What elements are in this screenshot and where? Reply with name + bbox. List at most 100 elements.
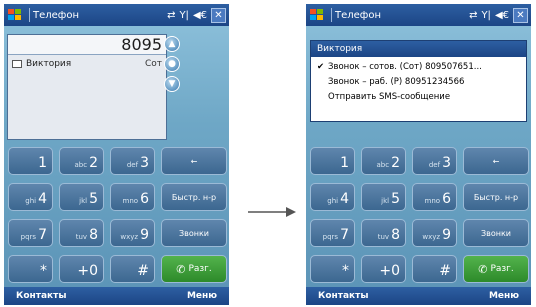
signal-icon[interactable]: Y| xyxy=(481,10,490,21)
popup-item-call-mobile[interactable]: ✔ Звонок – сотов. (Сот) 809507651... xyxy=(311,57,526,72)
contact-popup-menu: Виктория ✔ Звонок – сотов. (Сот) 80950765… xyxy=(310,40,527,122)
key-letters: abc xyxy=(74,161,88,169)
scroll-up-icon[interactable]: ▲ xyxy=(164,36,180,52)
key-4[interactable]: ghi 4 xyxy=(310,183,355,211)
key-6[interactable]: mno 6 xyxy=(110,183,155,211)
popup-item-label: Отправить SMS-сообщение xyxy=(328,92,451,102)
popup-item-label: Звонок – сотов. (Сот) 809507651... xyxy=(328,62,482,72)
key-6[interactable]: mno 6 xyxy=(412,183,457,211)
key-8[interactable]: tuv 8 xyxy=(59,219,104,247)
key-digit: 4 xyxy=(340,191,349,207)
popup-item-send-sms[interactable]: Отправить SMS-сообщение xyxy=(311,87,526,102)
key-digit: 4 xyxy=(38,191,47,207)
key-digit: 1 xyxy=(38,155,47,171)
key-5[interactable]: jkl 5 xyxy=(59,183,104,211)
talk-button[interactable]: ✆ Разг. xyxy=(463,255,529,283)
close-button[interactable]: ✕ xyxy=(513,7,528,23)
key-letters: tuv xyxy=(75,233,88,241)
key-3[interactable]: def 3 xyxy=(412,147,457,175)
key-0[interactable]: +0 xyxy=(59,255,104,283)
key-letters: def xyxy=(428,161,441,169)
windows-start-icon[interactable] xyxy=(306,4,328,26)
connectivity-icon[interactable]: ⇄ xyxy=(469,10,477,21)
menu-softkey[interactable]: Меню xyxy=(187,291,217,301)
windows-start-icon[interactable] xyxy=(4,4,26,26)
key-letters: tuv xyxy=(377,233,390,241)
key-0[interactable]: +0 xyxy=(361,255,406,283)
key-9[interactable]: wxyz 9 xyxy=(412,219,457,247)
key-hash[interactable]: # xyxy=(110,255,155,283)
dial-area: 8095 Виктория Сот xyxy=(7,34,167,140)
contact-suggestion[interactable]: Виктория Сот xyxy=(8,55,166,73)
check-icon: ✔ xyxy=(317,62,325,72)
key-1[interactable]: 1 xyxy=(310,147,355,175)
backspace-button[interactable]: ← xyxy=(463,147,529,175)
key-7[interactable]: pqrs 7 xyxy=(8,219,53,247)
key-digit: 5 xyxy=(391,191,400,207)
scroll-mid-icon[interactable]: ● xyxy=(164,56,180,72)
popup-item-label: Звонок – раб. (Р) 80951234566 xyxy=(328,77,465,87)
suggestion-type: Сот xyxy=(144,59,162,69)
key-2[interactable]: abc 2 xyxy=(361,147,406,175)
scroll-down-icon[interactable]: ▼ xyxy=(164,76,180,92)
key-digit: 6 xyxy=(442,191,451,207)
app-title: Телефон xyxy=(33,9,80,21)
key-1[interactable]: 1 xyxy=(8,147,53,175)
key-4[interactable]: ghi 4 xyxy=(8,183,53,211)
key-8[interactable]: tuv 8 xyxy=(361,219,406,247)
menu-softkey[interactable]: Меню xyxy=(489,291,519,301)
key-letters: wxyz xyxy=(120,233,139,241)
suggestion-name: Виктория xyxy=(26,59,72,69)
popup-title: Виктория xyxy=(311,41,526,57)
key-hash[interactable]: # xyxy=(412,255,457,283)
volume-icon[interactable]: ◀€ xyxy=(495,10,509,21)
key-digit: 3 xyxy=(442,155,451,171)
key-7[interactable]: pqrs 7 xyxy=(310,219,355,247)
key-letters: mno xyxy=(122,197,139,205)
app-title: Телефон xyxy=(335,9,382,21)
contact-card-icon xyxy=(12,60,22,68)
speed-dial-button[interactable]: Быстр. н-р xyxy=(161,183,227,211)
title-bar: Телефон ⇄ Y| ◀€ ✕ xyxy=(306,4,531,26)
close-button[interactable]: ✕ xyxy=(211,7,226,23)
key-digit: 6 xyxy=(140,191,149,207)
key-digit: # xyxy=(137,263,149,279)
title-bar: Телефон ⇄ Y| ◀€ ✕ xyxy=(4,4,229,26)
key-digit: 9 xyxy=(140,227,149,243)
key-star[interactable]: * xyxy=(310,255,355,283)
talk-label: Разг. xyxy=(490,264,514,274)
key-letters: ghi xyxy=(25,197,37,205)
key-3[interactable]: def 3 xyxy=(110,147,155,175)
title-separator xyxy=(331,8,332,22)
speed-dial-button[interactable]: Быстр. н-р xyxy=(463,183,529,211)
call-log-button[interactable]: Звонки xyxy=(161,219,227,247)
key-9[interactable]: wxyz 9 xyxy=(110,219,155,247)
key-letters: mno xyxy=(424,197,441,205)
backspace-button[interactable]: ← xyxy=(161,147,227,175)
check-icon xyxy=(317,92,325,102)
volume-icon[interactable]: ◀€ xyxy=(193,10,207,21)
key-digit: 9 xyxy=(442,227,451,243)
key-letters: def xyxy=(126,161,139,169)
key-2[interactable]: abc 2 xyxy=(59,147,104,175)
key-star[interactable]: * xyxy=(8,255,53,283)
call-log-button[interactable]: Звонки xyxy=(463,219,529,247)
side-buttons: ▲ ● ▼ xyxy=(164,36,180,92)
key-5[interactable]: jkl 5 xyxy=(361,183,406,211)
key-letters: pqrs xyxy=(322,233,339,241)
dialed-number-field[interactable]: 8095 xyxy=(8,35,166,55)
key-digit: 2 xyxy=(89,155,98,171)
softkey-bar: Контакты Меню xyxy=(4,287,229,305)
connectivity-icon[interactable]: ⇄ xyxy=(167,10,175,21)
signal-icon[interactable]: Y| xyxy=(179,10,188,21)
contacts-softkey[interactable]: Контакты xyxy=(318,291,369,301)
contacts-softkey[interactable]: Контакты xyxy=(16,291,67,301)
key-digit: 3 xyxy=(140,155,149,171)
keypad: 1 abc 2 def 3 ← ghi 4 jkl 5 mno 6 Быстр. н-р … xyxy=(310,147,529,283)
key-letters: jkl xyxy=(79,197,88,205)
phone-handset-icon: ✆ xyxy=(478,262,488,276)
phone-screen-before: Телефон ⇄ Y| ◀€ ✕ 8095 Виктория Сот ▲ ● … xyxy=(4,4,229,305)
popup-item-call-work[interactable]: Звонок – раб. (Р) 80951234566 xyxy=(311,72,526,87)
phone-handset-icon: ✆ xyxy=(176,262,186,276)
talk-button[interactable]: ✆ Разг. xyxy=(161,255,227,283)
